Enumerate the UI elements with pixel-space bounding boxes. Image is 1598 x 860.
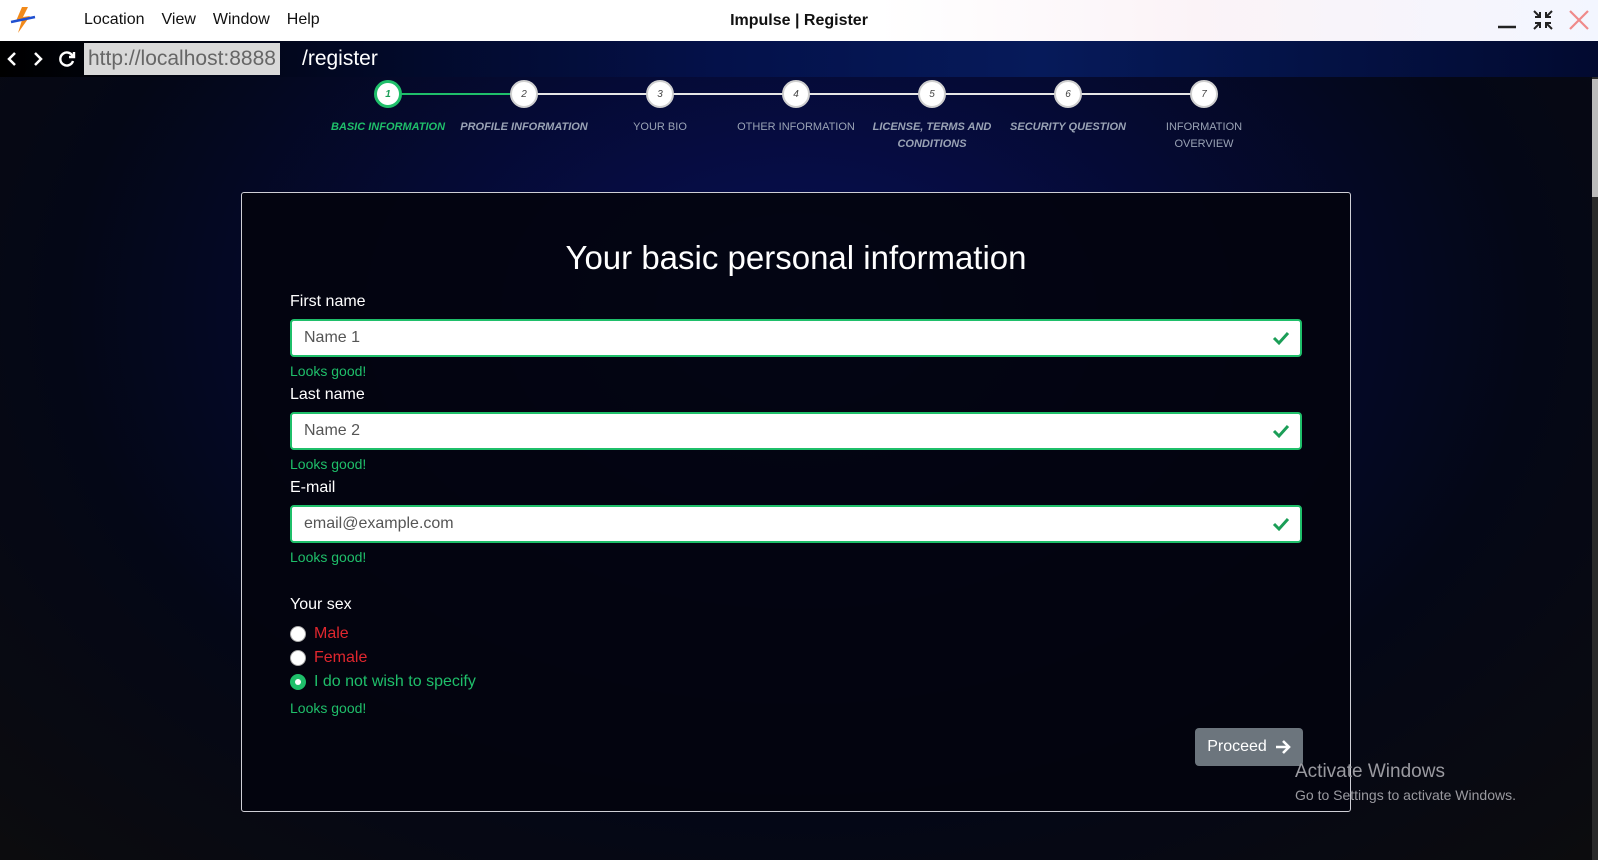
step-connector-5	[932, 93, 1068, 95]
check-icon	[1272, 424, 1290, 439]
form-title: Your basic personal information	[565, 239, 1027, 276]
radio-button-checked[interactable]	[290, 674, 306, 690]
step-1-label: BASIC INFORMATION	[330, 121, 446, 133]
chevron-left-icon	[7, 52, 16, 66]
step-2-label: PROFILE INFORMATION	[460, 121, 588, 133]
reload-icon	[59, 51, 76, 67]
sex-option-label[interactable]: Female	[314, 649, 367, 667]
step-1-circle[interactable]: 1	[374, 80, 402, 108]
last-name-input[interactable]	[304, 422, 1254, 440]
address-bar: http://localhost:8888 /register	[0, 41, 1598, 77]
step-7-circle[interactable]: 7	[1190, 80, 1218, 108]
url-path[interactable]: /register	[302, 43, 378, 75]
registration-stepper: 1 2 3 4 5 6 7 BASIC INFORMATION PROFILE …	[0, 77, 1598, 187]
step-5-circle[interactable]: 5	[918, 80, 946, 108]
last-name-label: Last name	[290, 386, 365, 403]
collapse-icon	[1533, 10, 1553, 30]
sex-option-label[interactable]: Male	[314, 625, 349, 643]
url-host[interactable]: http://localhost:8888	[84, 43, 280, 75]
step-2-circle[interactable]: 2	[510, 80, 538, 108]
activate-windows-watermark: Activate Windows Go to Settings to activ…	[1295, 761, 1516, 803]
step-4-label: OTHER INFORMATION	[737, 121, 855, 133]
step-3-label: YOUR BIO	[633, 121, 687, 133]
watermark-title: Activate Windows	[1295, 761, 1445, 782]
step-connector-6	[1068, 93, 1204, 95]
step-connector-3	[660, 93, 796, 95]
step-6-circle[interactable]: 6	[1054, 80, 1082, 108]
email-field[interactable]	[290, 505, 1302, 543]
arrow-right-icon	[1275, 740, 1291, 754]
check-icon	[1272, 331, 1290, 346]
last-name-field[interactable]	[290, 412, 1302, 450]
sex-option-female[interactable]: Female	[290, 649, 367, 667]
title-bar: Location View Window Help Impulse | Regi…	[0, 0, 1598, 41]
radio-button[interactable]	[290, 650, 306, 666]
proceed-button[interactable]: Proceed	[1195, 728, 1303, 766]
minimize-icon	[1498, 25, 1516, 29]
page-content: 1 2 3 4 5 6 7 BASIC INFORMATION PROFILE …	[0, 77, 1598, 860]
close-icon	[1569, 10, 1589, 30]
first-name-feedback: Looks good!	[290, 363, 367, 379]
registration-card: Your basic personal information First na…	[241, 192, 1351, 812]
radio-button[interactable]	[290, 626, 306, 642]
step-7-label: INFORMATION OVERVIEW	[1165, 121, 1243, 150]
last-name-feedback: Looks good!	[290, 456, 367, 472]
first-name-field[interactable]	[290, 319, 1302, 357]
back-button[interactable]	[0, 41, 24, 77]
close-button[interactable]	[1566, 8, 1592, 32]
forward-button[interactable]	[26, 41, 50, 77]
step-connector-4	[796, 93, 932, 95]
chevron-right-icon	[34, 52, 43, 66]
sex-option-unspecified[interactable]: I do not wish to specify	[290, 673, 476, 691]
check-icon	[1272, 517, 1290, 532]
email-label: E-mail	[290, 479, 336, 496]
window-title: Impulse | Register	[730, 12, 868, 29]
step-connector-2	[524, 93, 660, 95]
vertical-scrollbar[interactable]	[1592, 77, 1598, 860]
watermark-subtitle: Go to Settings to activate Windows.	[1295, 787, 1516, 803]
proceed-label: Proceed	[1207, 738, 1267, 755]
sex-feedback: Looks good!	[290, 700, 367, 716]
sex-option-label[interactable]: I do not wish to specify	[314, 673, 476, 691]
reload-button[interactable]	[55, 41, 79, 77]
step-6-label: SECURITY QUESTION	[1010, 121, 1126, 133]
step-connector-1	[388, 93, 524, 95]
sex-label: Your sex	[290, 596, 352, 613]
sex-option-male[interactable]: Male	[290, 625, 349, 643]
email-input[interactable]	[304, 515, 1254, 533]
step-5-label: LICENSE, TERMS AND CONDITIONS	[872, 121, 992, 150]
email-feedback: Looks good!	[290, 549, 367, 565]
window-controls	[1494, 8, 1592, 32]
first-name-input[interactable]	[304, 329, 1254, 347]
first-name-label: First name	[290, 293, 366, 310]
step-4-circle[interactable]: 4	[782, 80, 810, 108]
minimize-button[interactable]	[1494, 8, 1520, 32]
restore-button[interactable]	[1530, 8, 1556, 32]
step-3-circle[interactable]: 3	[646, 80, 674, 108]
